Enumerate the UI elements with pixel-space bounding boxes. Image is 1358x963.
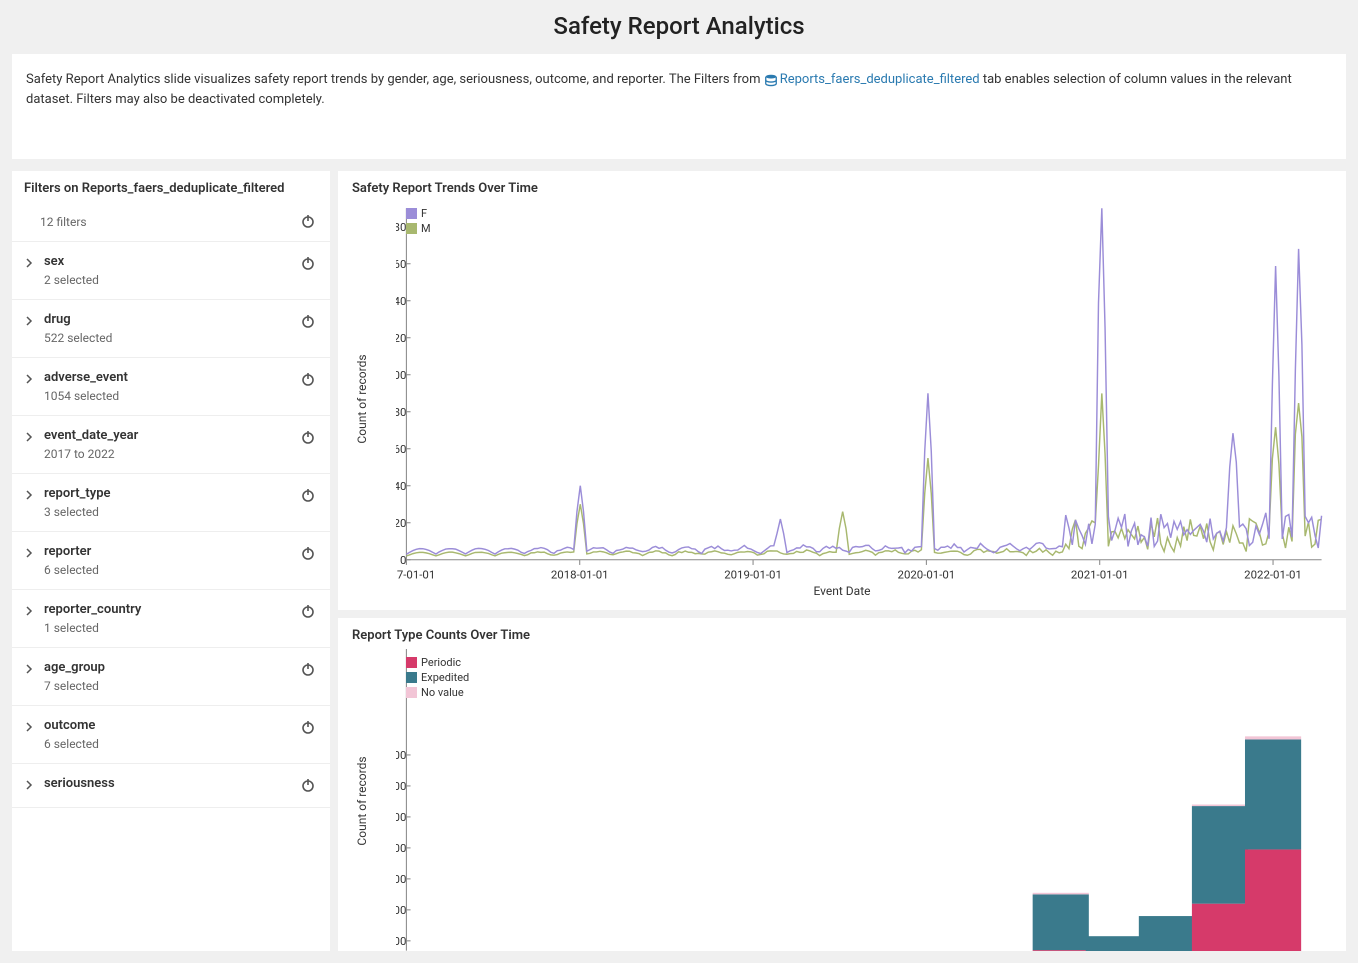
filter-toggle-report_type[interactable] — [300, 487, 318, 505]
filter-subtext: 522 selected — [44, 331, 112, 345]
page-title: Safety Report Analytics — [0, 0, 1358, 54]
legend-swatch-m — [406, 223, 417, 234]
filter-name: seriousness — [44, 776, 115, 791]
filter-name: age_group — [44, 660, 105, 675]
chart-reporttype-title: Report Type Counts Over Time — [352, 628, 1332, 643]
filter-toggle-reporter[interactable] — [300, 545, 318, 563]
svg-text:60: 60 — [396, 442, 406, 456]
chevron-right-icon — [24, 373, 34, 383]
filters-header: Filters on Reports_faers_deduplicate_fil… — [12, 171, 330, 204]
svg-text:40: 40 — [396, 479, 406, 493]
chart-trends-legend: F M — [406, 206, 431, 236]
filter-item-reporter_country[interactable]: reporter_country 1 selected — [12, 590, 330, 648]
description-text-pre: Safety Report Analytics slide visualizes… — [26, 72, 764, 87]
filter-item-adverse_event[interactable]: adverse_event 1054 selected — [12, 358, 330, 416]
chart-reporttype-plot[interactable]: 200300400500600700800900 — [396, 649, 1332, 951]
filters-all-toggle[interactable] — [300, 213, 318, 231]
svg-text:2020-01-01: 2020-01-01 — [898, 567, 956, 581]
chart-reporttype-legend: Periodic Expedited No value — [406, 655, 469, 700]
chart-trends-title: Safety Report Trends Over Time — [352, 181, 1332, 196]
svg-text:800: 800 — [396, 779, 406, 793]
filter-subtext: 2017 to 2022 — [44, 447, 138, 461]
legend-swatch-expedited — [406, 672, 417, 683]
legend-swatch-f — [406, 208, 417, 219]
svg-text:20: 20 — [396, 516, 406, 530]
filter-item-event_date_year[interactable]: event_date_year 2017 to 2022 — [12, 416, 330, 474]
svg-text:2022-01-01: 2022-01-01 — [1244, 567, 1302, 581]
filter-item-report_type[interactable]: report_type 3 selected — [12, 474, 330, 532]
filter-toggle-outcome[interactable] — [300, 719, 318, 737]
filter-name: reporter — [44, 544, 99, 559]
svg-text:140: 140 — [396, 294, 406, 308]
filter-item-age_group[interactable]: age_group 7 selected — [12, 648, 330, 706]
chart-trends-card: Safety Report Trends Over Time Count of … — [338, 171, 1346, 610]
svg-text:180: 180 — [396, 220, 406, 234]
svg-text:2017-01-01: 2017-01-01 — [396, 567, 435, 581]
chart-reporttype-card: Report Type Counts Over Time Count of re… — [338, 618, 1346, 951]
svg-text:100: 100 — [396, 368, 406, 382]
filter-name: report_type — [44, 486, 111, 501]
filter-toggle-event_date_year[interactable] — [300, 429, 318, 447]
svg-text:2019-01-01: 2019-01-01 — [724, 567, 782, 581]
filter-subtext: 1054 selected — [44, 389, 128, 403]
filter-subtext: 2 selected — [44, 273, 99, 287]
filter-subtext: 3 selected — [44, 505, 111, 519]
filters-sidebar: Filters on Reports_faers_deduplicate_fil… — [12, 171, 330, 951]
svg-text:300: 300 — [396, 934, 406, 948]
dataset-link[interactable]: Reports_faers_deduplicate_filtered — [764, 72, 983, 87]
filter-toggle-reporter_country[interactable] — [300, 603, 318, 621]
chart-reporttype-ylabel: Count of records — [355, 756, 369, 845]
filter-item-drug[interactable]: drug 522 selected — [12, 300, 330, 358]
filter-name: reporter_country — [44, 602, 141, 617]
filter-subtext: 6 selected — [44, 563, 99, 577]
filter-name: outcome — [44, 718, 99, 733]
svg-text:2018-01-01: 2018-01-01 — [551, 567, 609, 581]
chevron-right-icon — [24, 779, 34, 789]
filter-item-reporter[interactable]: reporter 6 selected — [12, 532, 330, 590]
svg-text:80: 80 — [396, 405, 406, 419]
chevron-right-icon — [24, 431, 34, 441]
filter-item-outcome[interactable]: outcome 6 selected — [12, 706, 330, 764]
dataset-link-text: Reports_faers_deduplicate_filtered — [780, 72, 980, 87]
filter-subtext: 6 selected — [44, 737, 99, 751]
filter-subtext: 7 selected — [44, 679, 105, 693]
filter-name: adverse_event — [44, 370, 128, 385]
chevron-right-icon — [24, 257, 34, 267]
svg-text:120: 120 — [396, 331, 406, 345]
filter-subtext: 1 selected — [44, 621, 141, 635]
svg-text:900: 900 — [396, 748, 406, 762]
chevron-right-icon — [24, 605, 34, 615]
chevron-right-icon — [24, 489, 34, 499]
chart-trends-ylabel: Count of records — [355, 354, 369, 443]
description-panel: Safety Report Analytics slide visualizes… — [12, 54, 1346, 159]
filter-toggle-seriousness[interactable] — [300, 777, 318, 795]
filter-toggle-adverse_event[interactable] — [300, 371, 318, 389]
svg-text:0: 0 — [400, 553, 406, 567]
chart-trends-plot[interactable]: 0 20 40 60 80 100 120 140 160 180 2017-01-01 2018-0… — [396, 202, 1332, 597]
svg-text:600: 600 — [396, 841, 406, 855]
filter-name: drug — [44, 312, 112, 327]
filter-toggle-drug[interactable] — [300, 313, 318, 331]
svg-text:700: 700 — [396, 810, 406, 824]
filters-count: 12 filters — [40, 215, 87, 229]
filter-item-sex[interactable]: sex 2 selected — [12, 242, 330, 300]
chevron-right-icon — [24, 663, 34, 673]
svg-text:400: 400 — [396, 903, 406, 917]
svg-text:500: 500 — [396, 872, 406, 886]
chevron-right-icon — [24, 547, 34, 557]
legend-swatch-novalue — [406, 687, 417, 698]
svg-text:2021-01-01: 2021-01-01 — [1071, 567, 1129, 581]
filter-item-seriousness[interactable]: seriousness — [12, 764, 330, 808]
filter-name: sex — [44, 254, 99, 269]
filter-toggle-sex[interactable] — [300, 255, 318, 273]
filter-toggle-age_group[interactable] — [300, 661, 318, 679]
filter-name: event_date_year — [44, 428, 138, 443]
svg-text:160: 160 — [396, 257, 406, 271]
chevron-right-icon — [24, 721, 34, 731]
chevron-right-icon — [24, 315, 34, 325]
legend-swatch-periodic — [406, 657, 417, 668]
database-icon — [764, 74, 778, 86]
